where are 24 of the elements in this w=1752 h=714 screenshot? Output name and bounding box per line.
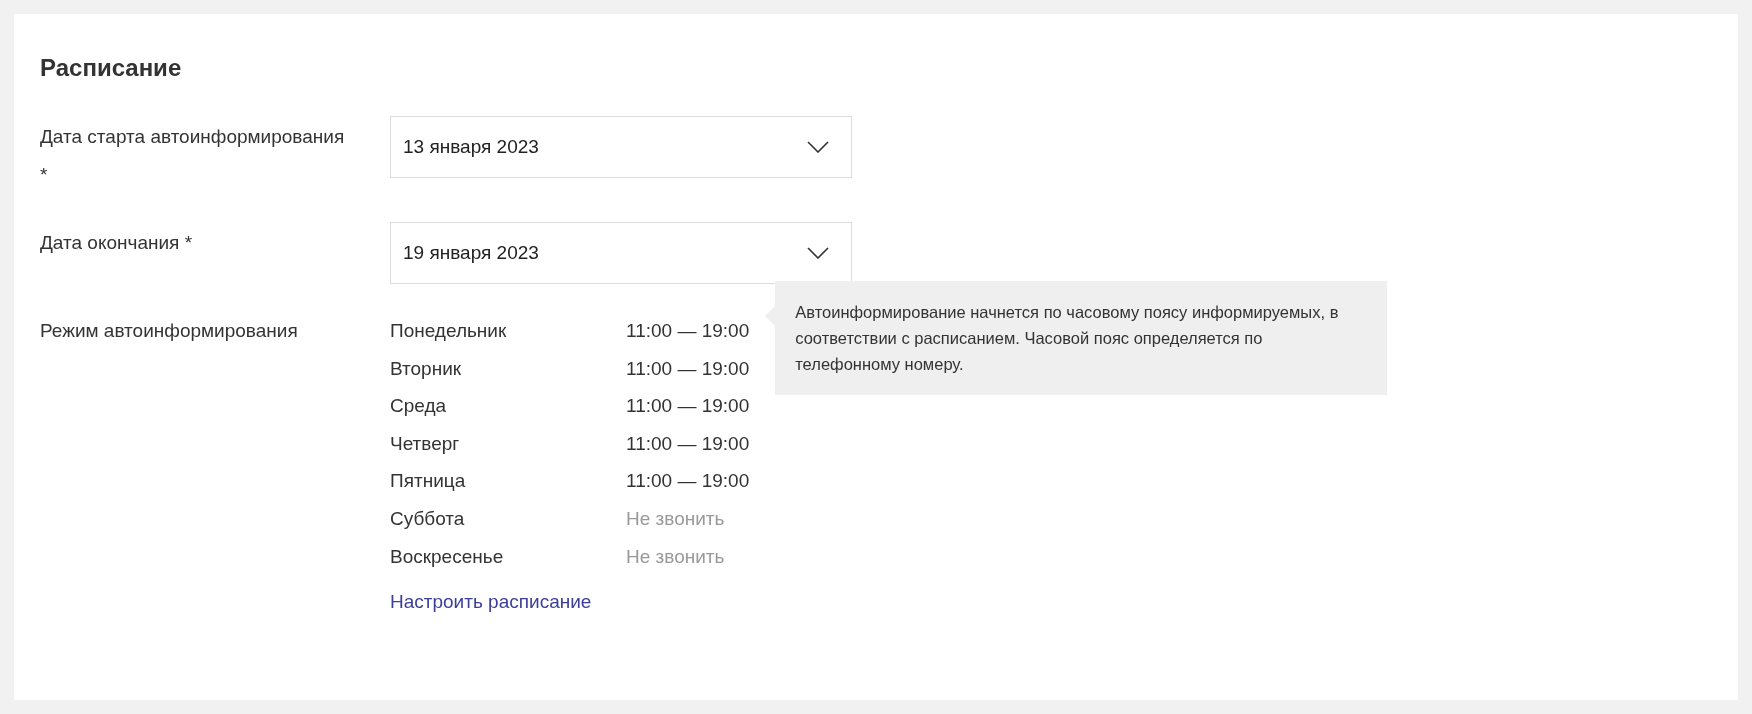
day-name: Четверг <box>390 431 461 456</box>
day-hours: 11:00 — 19:00 <box>626 394 750 419</box>
date-dropdown[interactable]: 19 января 2023 <box>390 222 852 284</box>
day-hours: 11:00 — 19:00 <box>626 431 750 456</box>
day-hours: 11:00 — 19:00 <box>626 469 750 494</box>
field-label: Дата старта автоинформирования * <box>40 125 346 187</box>
day-name: Вторник <box>390 356 463 381</box>
day-name: Воскресенье <box>390 544 505 569</box>
configure-schedule-link[interactable]: Настроить расписание <box>390 588 592 617</box>
day-name: Суббота <box>390 506 466 531</box>
day-name: Пятница <box>390 469 467 494</box>
chevron-down-icon <box>807 247 829 259</box>
day-hours: 11:00 — 19:00 <box>626 319 750 343</box>
day-hours: Не звонить <box>626 506 725 531</box>
field-label: Режим автоинформирования <box>40 319 299 343</box>
date-dropdown[interactable]: 13 января 2023 <box>390 116 852 178</box>
day-hours: 11:00 — 19:00 <box>626 356 750 381</box>
day-name: Среда <box>390 394 448 419</box>
chevron-down-icon <box>807 141 829 153</box>
day-name: Понедельник <box>390 319 508 343</box>
section-title: Расписание <box>40 53 183 83</box>
hint-tooltip: Автоинформирование начнется по часовому поясу информируемых, в соответствии с расписанием. Часовой пояс определяется по телефонному номеру. <box>775 281 1388 395</box>
field-label: Дата окончания * <box>40 231 194 255</box>
day-hours: Не звонить <box>626 544 725 569</box>
